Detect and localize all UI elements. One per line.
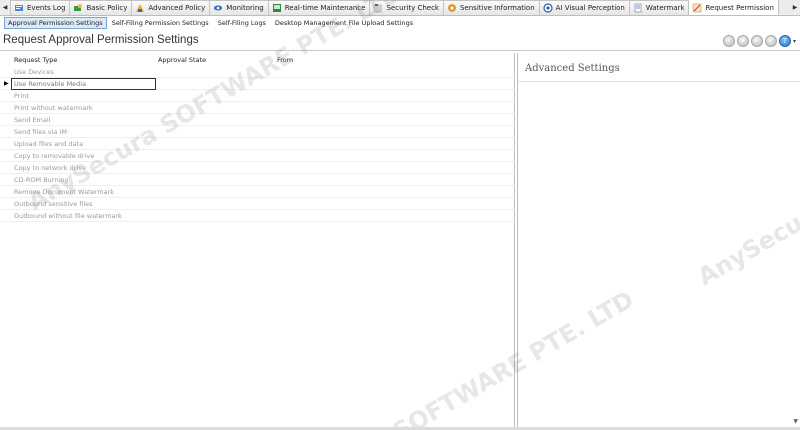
security-check-icon — [373, 3, 383, 13]
request-type-cell[interactable]: Use Removable Media — [14, 80, 86, 88]
real-time-maintenance-icon — [272, 3, 282, 13]
request-type-cell[interactable]: Outbound without file watermark — [14, 212, 122, 220]
tab-security-check[interactable]: Security Check — [369, 0, 444, 15]
request-type-cell[interactable]: Remove Document Watermark — [14, 188, 114, 196]
tab-monitoring[interactable]: Monitoring — [209, 0, 269, 15]
events-log-icon — [14, 3, 24, 13]
advanced-settings-panel: Advanced Settings ▼ — [517, 53, 800, 427]
table-row[interactable]: CD-ROM Burning — [0, 174, 515, 186]
column-header-request-type[interactable]: Request Type — [14, 56, 57, 64]
tab-label: Watermark — [645, 4, 685, 12]
divider — [518, 81, 800, 82]
monitoring-icon — [213, 3, 223, 13]
tab-real-time-maintenance[interactable]: Real-time Maintenance — [267, 0, 371, 15]
request-type-cell[interactable]: Copy to removable drive — [14, 152, 94, 160]
tab-scroll-right-icon[interactable]: ▶ — [790, 0, 800, 15]
table-row[interactable]: Upload files and data — [0, 138, 515, 150]
tab-basic-policy[interactable]: Basic Policy — [69, 0, 133, 15]
request-type-cell[interactable]: Upload files and data — [14, 140, 83, 148]
request-permission-icon — [692, 3, 702, 13]
tab-advanced-policy[interactable]: Advanced Policy — [131, 0, 211, 15]
tab-sensitive-information[interactable]: Sensitive Information — [442, 0, 540, 15]
subtab-self-filing-logs[interactable]: Self-Filing Logs — [214, 17, 270, 29]
request-type-grid: Request Type Approval State From Use Dev… — [0, 53, 515, 427]
page-title: Request Approval Permission Settings — [3, 34, 199, 46]
request-type-cell[interactable]: CD-ROM Burning — [14, 176, 69, 184]
tab-label: AI Visual Perception — [555, 4, 625, 12]
tab-label: Basic Policy — [86, 4, 128, 12]
header-toolbar: ✓ ✕ ↶ ✓ ? ▾ — [722, 35, 796, 47]
request-type-cell[interactable]: Send Email — [14, 116, 50, 124]
tab-events-log[interactable]: Events Log — [10, 0, 71, 15]
grid-header: Request Type Approval State From — [0, 53, 515, 66]
table-row[interactable]: Copy to network drive — [0, 162, 515, 174]
table-row[interactable]: Send Email — [0, 114, 515, 126]
help-icon[interactable]: ? — [778, 35, 791, 47]
table-row[interactable]: ▶ Use Removable Media — [0, 78, 515, 90]
tab-label: Real-time Maintenance — [284, 4, 366, 12]
tab-label: Events Log — [27, 4, 66, 12]
table-row[interactable]: Outbound without file watermark — [0, 210, 515, 222]
tab-label: Security Check — [386, 4, 439, 12]
table-row[interactable]: Send files via IM — [0, 126, 515, 138]
scroll-down-icon[interactable]: ▼ — [793, 418, 798, 425]
subtab-self-filing-permission-settings[interactable]: Self-Filing Permission Settings — [108, 17, 213, 29]
sub-tab-bar: Approval Permission Settings Self-Filing… — [0, 17, 417, 29]
sensitive-information-icon — [447, 3, 457, 13]
table-row[interactable]: Copy to removable drive — [0, 150, 515, 162]
main-tab-strip: ◀ Events Log Basic Policy Advanced Polic… — [0, 0, 800, 16]
request-type-cell[interactable]: Outbound sensitive files — [14, 200, 93, 208]
basic-policy-icon — [73, 3, 83, 13]
ai-visual-perception-icon — [543, 3, 553, 13]
row-pointer-icon: ▶ — [4, 80, 9, 87]
tab-label: Sensitive Information — [459, 4, 535, 12]
advanced-policy-icon — [135, 3, 145, 13]
subtab-desktop-management-file-upload-settings[interactable]: Desktop Management File Upload Settings — [271, 17, 417, 29]
request-type-cell[interactable]: Print without watermark — [14, 104, 93, 112]
tab-scroll-left-icon[interactable]: ◀ — [0, 0, 10, 15]
back-icon[interactable]: ↶ — [750, 35, 763, 47]
request-type-cell[interactable]: Use Devices — [14, 68, 54, 76]
table-row[interactable]: Print — [0, 90, 515, 102]
table-row[interactable]: Print without watermark — [0, 102, 515, 114]
confirm-icon[interactable]: ✓ — [764, 35, 777, 47]
column-header-from[interactable]: From — [277, 56, 293, 64]
page-header: Request Approval Permission Settings ✓ ✕… — [0, 31, 800, 51]
table-row[interactable]: Use Devices — [0, 66, 515, 78]
table-row[interactable]: Remove Document Watermark — [0, 186, 515, 198]
subtab-approval-permission-settings[interactable]: Approval Permission Settings — [4, 17, 107, 29]
tab-label: Monitoring — [226, 4, 264, 12]
column-header-approval-state[interactable]: Approval State — [158, 56, 206, 64]
tab-request-permission[interactable]: Request Permission — [688, 0, 779, 15]
request-type-cell[interactable]: Print — [14, 92, 29, 100]
chevron-down-icon[interactable]: ▾ — [793, 38, 796, 45]
advanced-settings-title: Advanced Settings — [525, 63, 620, 74]
watermark-icon — [633, 3, 643, 13]
close-icon[interactable]: ✕ — [736, 35, 749, 47]
tab-label: Request Permission — [705, 3, 774, 12]
table-row[interactable]: Outbound sensitive files — [0, 198, 515, 210]
tab-label: Advanced Policy — [148, 4, 206, 12]
grid-rows: Use Devices ▶ Use Removable Media Print Prin… — [0, 66, 515, 222]
tab-ai-visual-perception[interactable]: AI Visual Perception — [538, 0, 630, 15]
request-type-cell[interactable]: Copy to network drive — [14, 164, 86, 172]
check-icon[interactable]: ✓ — [722, 35, 735, 47]
tab-watermark[interactable]: Watermark — [628, 0, 690, 15]
request-type-cell[interactable]: Send files via IM — [14, 128, 67, 136]
